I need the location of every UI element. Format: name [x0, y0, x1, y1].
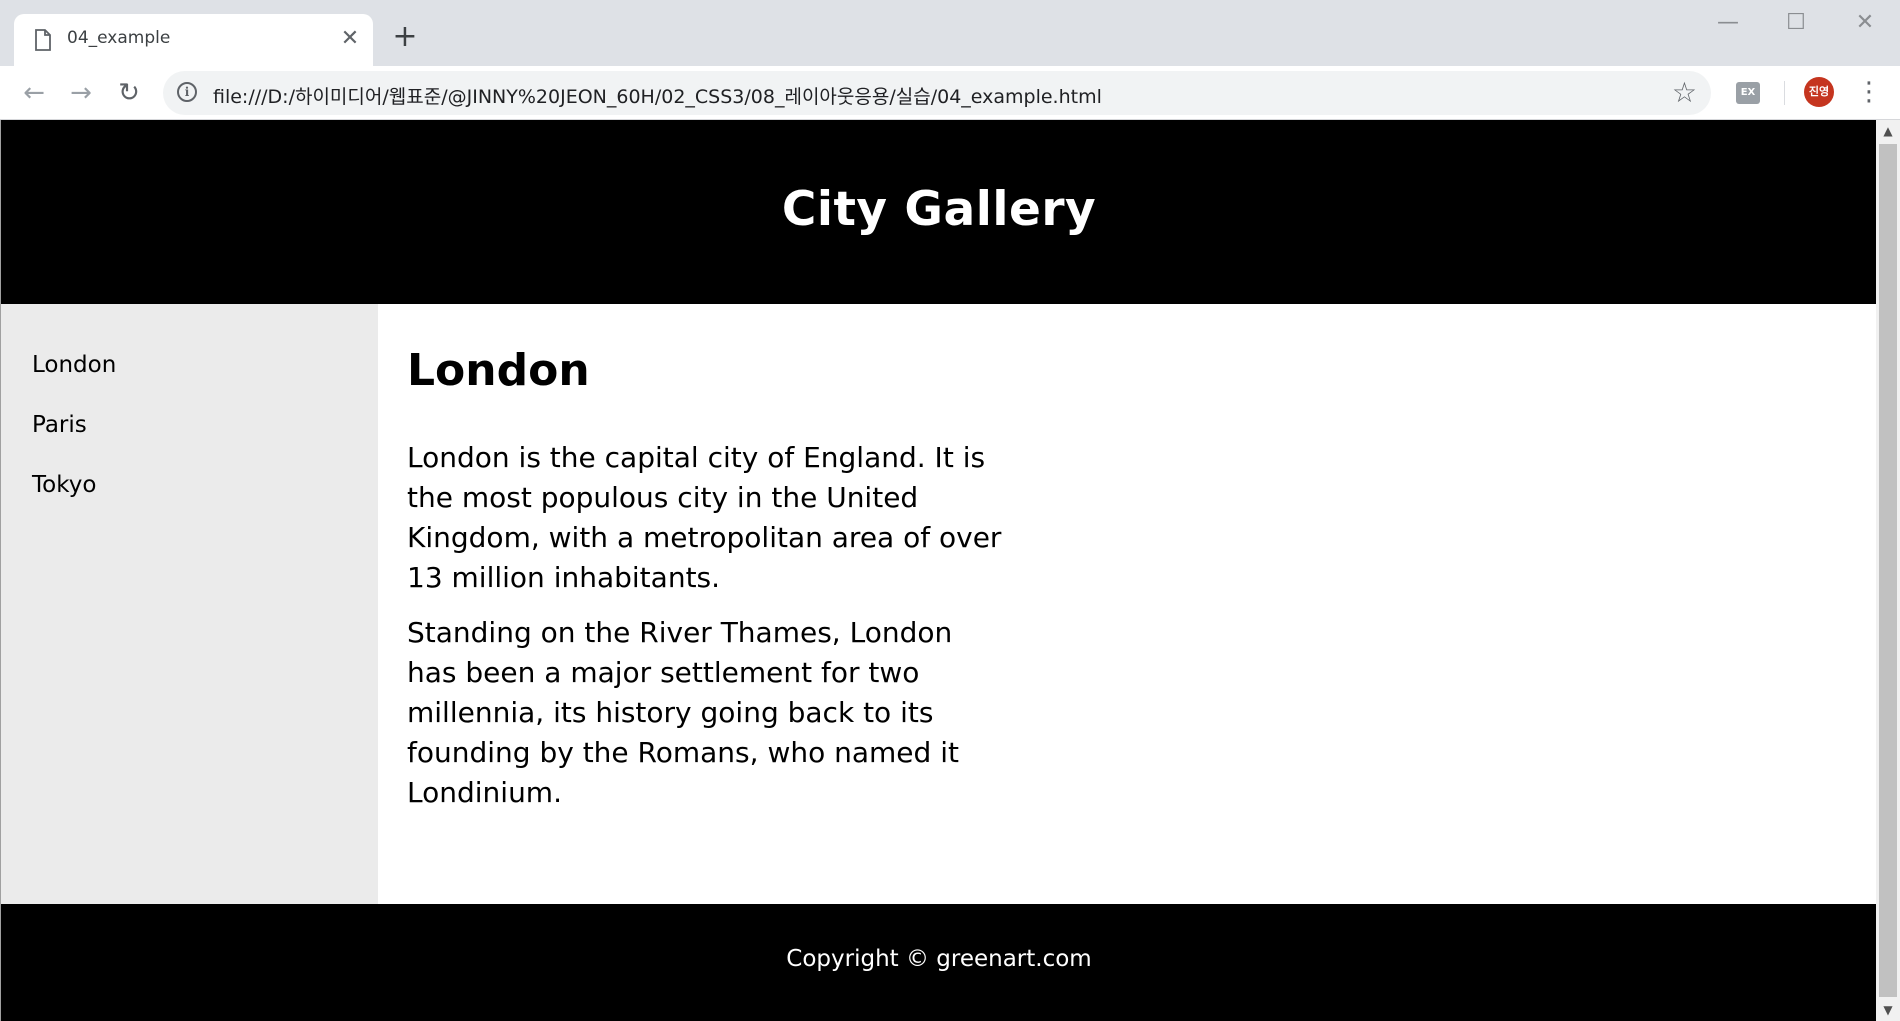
page-title: City Gallery — [781, 182, 1097, 237]
profile-avatar[interactable]: 진영 — [1804, 77, 1834, 107]
article-title: London — [407, 345, 590, 396]
browser-toolbar: ← → ↻ i file:///D:/하이미디어/웹표준/@JINNY%20JE… — [0, 66, 1900, 120]
article-paragraph: Standing on the River Thames, London has… — [407, 616, 959, 809]
tab-title: 04_example — [67, 28, 171, 48]
extension-icon[interactable]: EX — [1736, 82, 1760, 104]
tab-strip: 04_example ✕ + — ☐ ✕ — [0, 0, 1900, 66]
url-text[interactable]: file:///D:/하이미디어/웹표준/@JINNY%20JEON_60H/0… — [213, 82, 1613, 109]
article-paragraph: London is the capital city of England. I… — [407, 441, 1002, 594]
article: London London is the capital city of Eng… — [407, 344, 1007, 813]
info-icon[interactable]: i — [177, 82, 197, 102]
city-nav-list: London Paris Tokyo — [32, 350, 116, 530]
page-header: City Gallery — [1, 120, 1876, 304]
scroll-down-arrow-icon[interactable]: ▼ — [1876, 999, 1900, 1021]
address-bar[interactable]: i file:///D:/하이미디어/웹표준/@JINNY%20JEON_60H… — [163, 71, 1711, 115]
nav-item-paris[interactable]: Paris — [32, 410, 116, 470]
close-window-button[interactable]: ✕ — [1839, 6, 1891, 40]
reload-button[interactable]: ↻ — [112, 76, 146, 110]
scroll-up-arrow-icon[interactable]: ▲ — [1876, 120, 1900, 142]
nav-item-tokyo[interactable]: Tokyo — [32, 470, 116, 530]
browser-tab[interactable]: 04_example ✕ — [14, 14, 373, 66]
page-viewport: City Gallery London Paris Tokyo London L… — [0, 120, 1876, 1021]
page-footer: Copyright © greenart.com — [1, 904, 1876, 1021]
bookmark-star-icon[interactable]: ☆ — [1672, 77, 1697, 109]
new-tab-button[interactable]: + — [391, 22, 419, 52]
toolbar-divider — [1784, 81, 1785, 105]
nav-item-london[interactable]: London — [32, 350, 116, 410]
minimize-button[interactable]: — — [1702, 6, 1754, 40]
scrollbar-thumb[interactable] — [1879, 144, 1897, 997]
back-button[interactable]: ← — [17, 76, 51, 110]
browser-menu-icon[interactable]: ⋮ — [1856, 78, 1882, 108]
maximize-button[interactable]: ☐ — [1770, 6, 1822, 40]
vertical-scrollbar[interactable]: ▲ ▼ — [1876, 120, 1900, 1021]
document-icon — [35, 29, 51, 51]
forward-button[interactable]: → — [64, 76, 98, 110]
footer-copyright: Copyright © greenart.com — [786, 946, 1092, 972]
city-nav: London Paris Tokyo — [1, 304, 378, 904]
tab-close-icon[interactable]: ✕ — [338, 28, 362, 52]
